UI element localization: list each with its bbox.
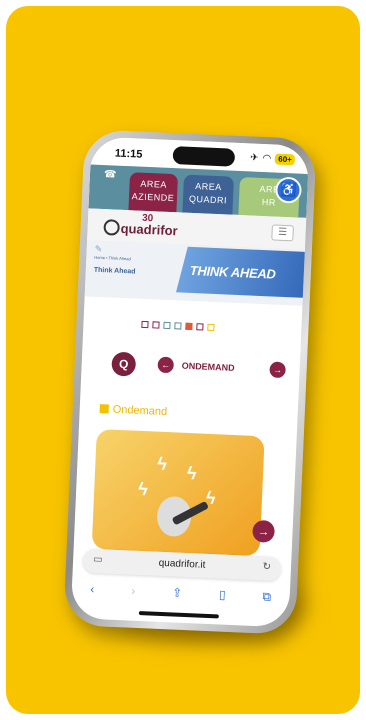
breadcrumb[interactable]: Home • Think Ahead — [94, 255, 131, 262]
tab-area-aziende-line2: AZIENDE — [131, 191, 175, 204]
search-button[interactable]: Q — [111, 351, 137, 377]
hero-banner: ✎ Home • Think Ahead Think Ahead THINK A… — [84, 240, 310, 306]
category-square[interactable] — [174, 322, 182, 330]
tab-area-quadri[interactable]: AREA QUADRI — [182, 174, 234, 215]
lightning-icon: ϟ — [186, 462, 197, 484]
site-logo[interactable]: quadrifor — [103, 219, 178, 238]
category-square[interactable] — [207, 323, 215, 332]
logo-anniversary-badge: 30 — [141, 212, 154, 225]
next-arrow-button[interactable]: → — [252, 519, 276, 543]
phone-icon[interactable]: ☎ — [104, 169, 117, 181]
lightning-icon: ϟ — [156, 453, 168, 475]
phone-frame: 11:15 ✈ ◠ 60+ ☎ AREA AZIENDE AREA QUADRI — [63, 129, 317, 635]
category-square[interactable] — [196, 323, 204, 331]
promo-background: 11:15 ✈ ◠ 60+ ☎ AREA AZIENDE AREA QUADRI — [6, 6, 360, 714]
section-heading: Ondemand — [99, 403, 167, 418]
category-square[interactable] — [163, 321, 171, 330]
forward-icon[interactable]: › — [131, 584, 136, 598]
next-category-button[interactable]: → — [269, 361, 286, 379]
banner-icon: ✎ — [94, 243, 103, 255]
url-text: quadrifor.it — [158, 557, 206, 571]
airplane-icon: ✈ — [249, 152, 259, 164]
status-time: 11:15 — [114, 147, 143, 161]
category-squares — [141, 320, 215, 332]
category-square[interactable] — [152, 321, 160, 329]
section-title: Ondemand — [112, 403, 168, 419]
wifi-icon: ◠ — [262, 152, 272, 165]
page-label: Think Ahead — [93, 266, 136, 276]
hamburger-menu-button[interactable]: ☰ — [271, 224, 294, 242]
share-icon[interactable]: ⇪ — [172, 585, 183, 599]
tabs-icon[interactable]: ⧉ — [262, 589, 271, 604]
lightning-icon: ϟ — [137, 478, 149, 500]
prev-category-button[interactable]: ← — [157, 356, 175, 374]
status-icons: ✈ ◠ 60+ — [249, 152, 296, 166]
section-square-icon — [99, 404, 109, 414]
ondemand-illustration[interactable]: ϟ ϟ ϟ ϟ — [91, 428, 265, 557]
current-category: ONDEMAND — [181, 360, 235, 373]
bookmarks-icon[interactable]: ▯ — [219, 587, 226, 601]
category-square[interactable] — [141, 320, 149, 329]
logo-q-icon — [103, 219, 121, 236]
reload-icon[interactable]: ↻ — [262, 561, 271, 572]
browser-toolbar: ‹ › ⇪ ▯ ⧉ — [71, 576, 290, 609]
tab-area-aziende[interactable]: AREA AZIENDE — [128, 172, 179, 213]
category-square[interactable] — [185, 322, 193, 331]
tab-area-quadri-line2: QUADRI — [188, 193, 228, 206]
battery-badge: 60+ — [274, 153, 296, 166]
home-indicator — [138, 610, 219, 619]
phone-screen: 11:15 ✈ ◠ 60+ ☎ AREA AZIENDE AREA QUADRI — [70, 136, 310, 628]
back-icon[interactable]: ‹ — [90, 582, 95, 596]
dynamic-island — [172, 146, 236, 167]
